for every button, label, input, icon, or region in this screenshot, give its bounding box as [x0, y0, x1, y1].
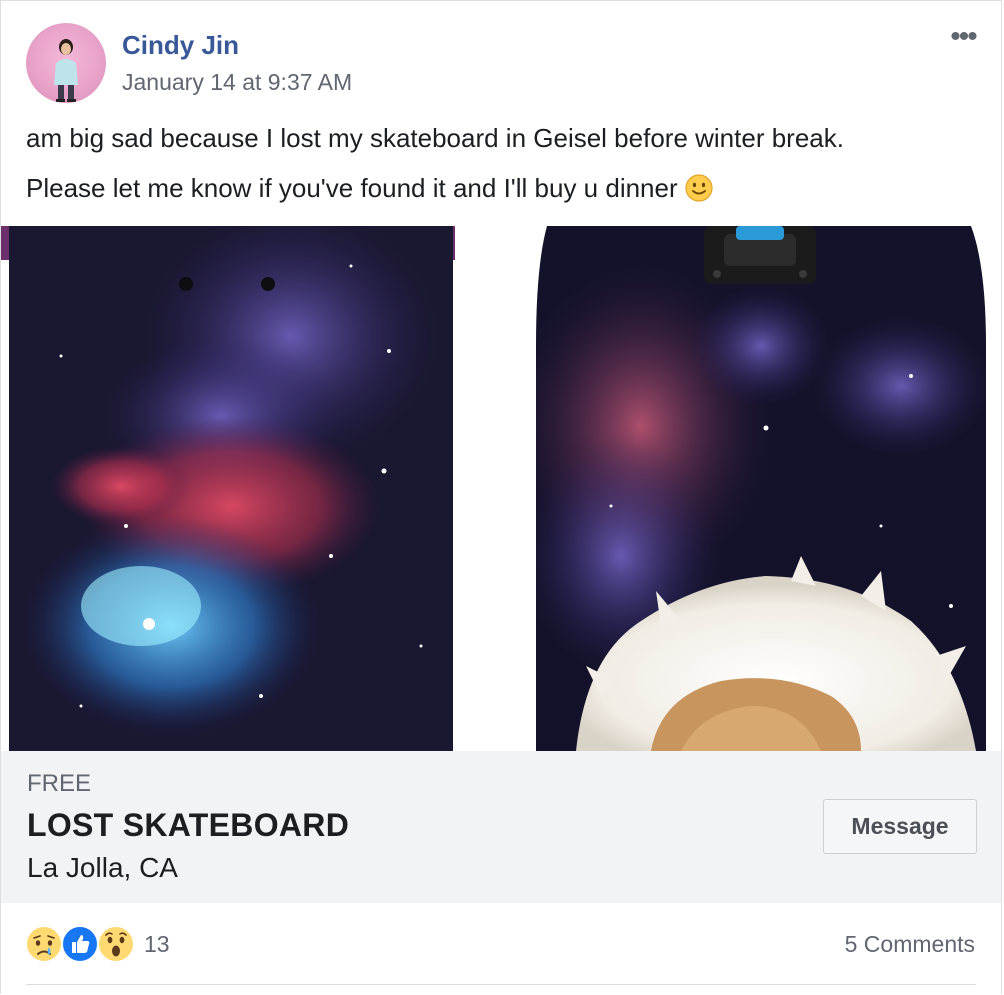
listing-location: La Jolla, CA — [27, 852, 178, 883]
post-text-line-2-text: Please let me know if you've found it an… — [26, 173, 678, 203]
marketplace-listing[interactable]: FREE LOST SKATEBOARD La Jolla, CA Messag… — [1, 751, 1001, 903]
slightly-smiling-face-icon — [684, 173, 714, 203]
listing-title[interactable]: LOST SKATEBOARD — [27, 807, 349, 844]
skateboard-photo[interactable] — [1, 226, 1001, 751]
sad-reaction-icon — [25, 925, 63, 963]
author-name-link[interactable]: Cindy Jin — [122, 30, 239, 61]
comments-count-link[interactable]: 5 Comments — [845, 931, 975, 958]
post-timestamp-link[interactable]: January 14 at 9:37 AM — [122, 69, 352, 96]
message-button[interactable]: Message — [823, 799, 977, 854]
divider — [26, 984, 976, 985]
post-text-line-2: Please let me know if you've found it an… — [26, 173, 714, 204]
reactions-bar: 13 5 Comments — [1, 903, 1001, 995]
wow-reaction-icon — [97, 925, 135, 963]
post-text-line-1: am big sad because I lost my skateboard … — [26, 123, 844, 153]
author-avatar[interactable] — [26, 23, 106, 103]
feed-post: Cindy Jin January 14 at 9:37 AM ••• am b… — [0, 0, 1002, 994]
more-options-icon[interactable]: ••• — [943, 22, 983, 57]
like-reaction-icon — [61, 925, 99, 963]
reaction-count[interactable]: 13 — [144, 931, 170, 958]
listing-price: FREE — [27, 770, 92, 797]
